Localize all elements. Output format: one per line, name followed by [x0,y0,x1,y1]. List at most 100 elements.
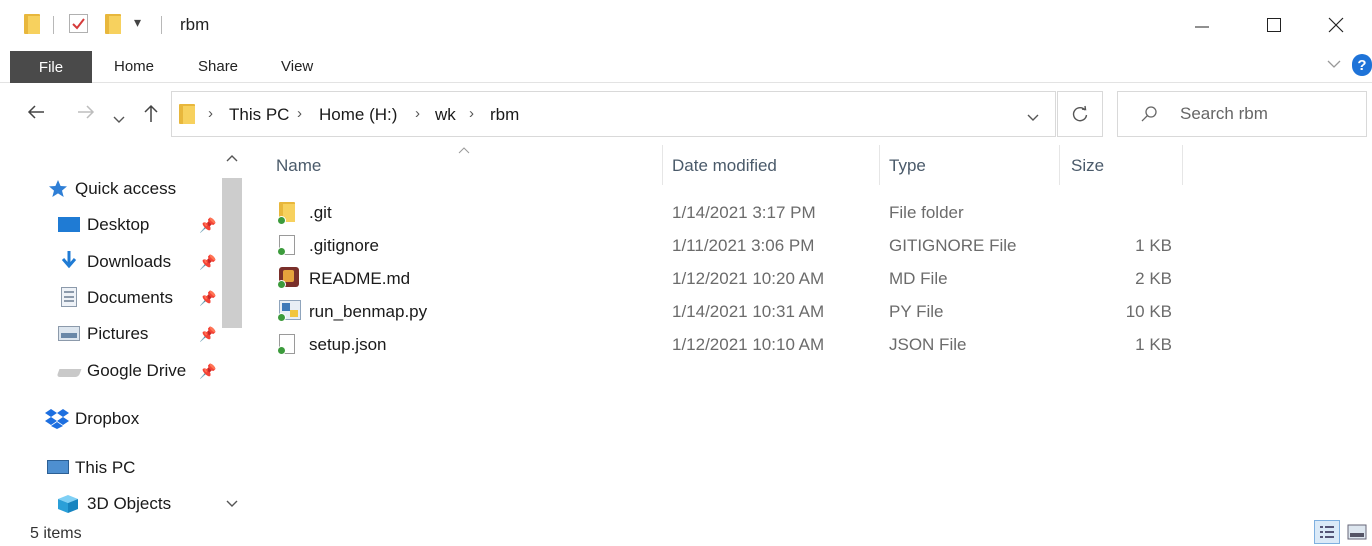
details-view-icon [1320,526,1334,538]
cube-icon [58,495,78,513]
pin-icon: 📌 [199,290,217,306]
item-count: 5 items [30,525,82,542]
expand-ribbon-button[interactable] [1326,56,1342,77]
nav-item-this-pc[interactable]: This PC [75,458,135,478]
breadcrumb-this-pc[interactable]: This PC [229,105,289,125]
column-header-date[interactable]: Date modified [672,156,777,176]
nav-item-quick-access[interactable]: Quick access [75,179,176,199]
breadcrumb-wk[interactable]: wk [435,105,456,125]
pin-icon: 📌 [199,326,217,342]
file-size: 2 KB [1135,269,1172,288]
download-arrow-icon [61,251,77,269]
pin-icon: 📌 [199,363,217,379]
file-size: 10 KB [1125,302,1172,321]
refresh-button[interactable] [1057,91,1103,137]
search-placeholder: Search rbm [1180,104,1268,123]
column-header-type[interactable]: Type [889,156,926,176]
file-name: run_benmap.py [309,302,428,321]
nav-item-pictures[interactable]: Pictures [87,324,148,344]
drive-icon [56,369,82,377]
new-folder-icon[interactable] [105,14,121,34]
ribbon-tabs: File Home Share View ? [0,50,1372,83]
up-button[interactable] [142,103,160,129]
minimize-icon [1195,26,1209,28]
table-row[interactable]: run_benmap.py 1/14/2021 10:31 AM PY File… [265,298,1182,328]
tab-home[interactable]: Home [114,58,154,75]
details-view-button[interactable] [1314,520,1340,544]
address-row: › This PC › Home (H:) › wk › rbm Search … [0,84,1372,144]
nav-item-3d-objects[interactable]: 3D Objects [87,494,171,514]
nav-item-dropbox[interactable]: Dropbox [75,409,139,429]
divider [161,16,162,34]
table-row[interactable]: setup.json 1/12/2021 10:10 AM JSON File … [265,331,1182,361]
sync-status-icon [277,313,286,322]
minimize-button[interactable] [1166,0,1238,50]
help-icon[interactable]: ? [1352,54,1372,76]
properties-icon[interactable] [69,14,88,33]
arrow-right-icon [78,105,95,119]
scroll-up-icon[interactable] [226,154,238,162]
file-type: GITIGNORE File [889,236,1017,255]
column-divider[interactable] [1182,145,1183,185]
back-button[interactable] [26,103,46,127]
column-header-size[interactable]: Size [1071,156,1104,176]
table-row[interactable]: README.md 1/12/2021 10:20 AM MD File 2 K… [265,265,1182,295]
breadcrumb-home-drive[interactable]: Home (H:) [319,105,397,125]
refresh-icon [1072,105,1088,122]
file-type: MD File [889,269,948,288]
sync-status-icon [277,280,286,289]
sort-ascending-icon [458,147,470,154]
dropbox-icon [45,409,69,429]
forward-button[interactable] [76,103,96,127]
column-divider[interactable] [879,145,880,185]
maximize-icon [1267,18,1281,32]
recent-locations-button[interactable] [113,108,125,131]
file-date: 1/11/2021 3:06 PM [672,236,815,255]
nav-item-downloads[interactable]: Downloads [87,252,171,272]
pictures-icon [58,326,80,341]
chevron-down-icon [1027,114,1039,121]
column-header-name[interactable]: Name [276,156,321,176]
file-size: 1 KB [1135,236,1172,255]
nav-item-google-drive[interactable]: Google Drive [87,361,186,381]
search-icon [1141,106,1157,122]
tab-file[interactable]: File [10,51,92,83]
column-divider[interactable] [662,145,663,185]
chevron-down-icon [113,116,125,123]
file-name: README.md [309,269,411,288]
nav-item-desktop[interactable]: Desktop [87,215,149,235]
file-name: .git [309,203,332,222]
breadcrumb-separator[interactable]: › [469,105,474,122]
pin-icon: 📌 [199,254,217,270]
computer-icon [47,460,69,474]
large-icons-view-button[interactable] [1346,522,1368,542]
table-row[interactable]: .git 1/14/2021 3:17 PM File folder [265,199,1182,229]
search-input[interactable]: Search rbm [1117,91,1367,137]
close-icon [1328,17,1344,33]
file-date: 1/12/2021 10:20 AM [672,269,825,288]
sync-status-icon [277,247,286,256]
tab-view[interactable]: View [281,58,313,75]
title-bar: ▾ rbm [0,0,1372,50]
documents-icon [61,287,77,307]
nav-scrollbar-thumb[interactable] [222,178,242,328]
table-row[interactable]: .gitignore 1/11/2021 3:06 PM GITIGNORE F… [265,232,1182,262]
nav-item-documents[interactable]: Documents [87,288,173,308]
desktop-icon [58,217,80,232]
breadcrumb-separator[interactable]: › [415,105,420,122]
file-date: 1/14/2021 10:31 AM [672,302,825,321]
scroll-down-icon[interactable] [226,500,238,508]
arrow-left-icon [27,105,44,119]
column-divider[interactable] [1059,145,1060,185]
tab-share[interactable]: Share [198,58,238,75]
divider [53,16,54,34]
customize-qat-dropdown[interactable]: ▾ [134,14,141,31]
close-button[interactable] [1300,0,1372,50]
address-history-dropdown[interactable] [1027,108,1039,128]
breadcrumb-rbm[interactable]: rbm [490,105,519,125]
address-bar[interactable]: › This PC › Home (H:) › wk › rbm [171,91,1056,137]
breadcrumb-separator[interactable]: › [208,105,213,122]
navigation-pane: Quick access Desktop 📌 Downloads 📌 Docum… [0,144,245,519]
file-name: setup.json [309,335,387,354]
breadcrumb-separator[interactable]: › [297,105,302,122]
